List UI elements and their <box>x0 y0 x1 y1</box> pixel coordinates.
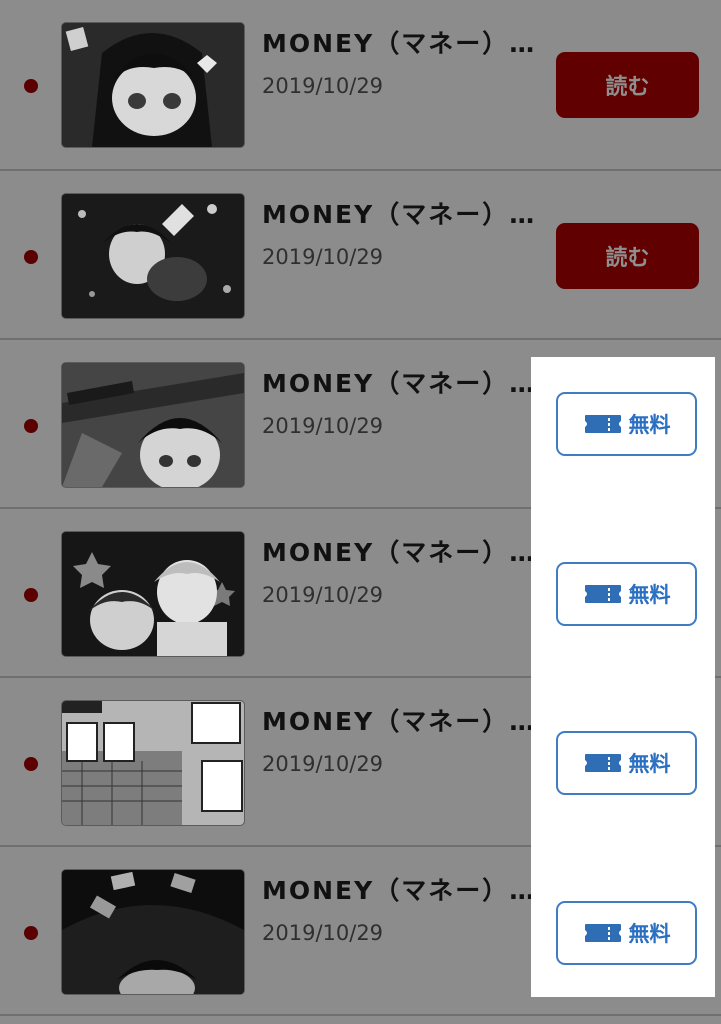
unread-dot <box>24 79 38 93</box>
episode-thumbnail[interactable] <box>62 23 244 147</box>
episode-thumbnail[interactable] <box>62 532 244 656</box>
ticket-icon <box>584 924 621 942</box>
free-button[interactable]: 無料 <box>556 392 697 456</box>
free-button[interactable]: 無料 <box>556 731 697 795</box>
episode-date: 2019/10/29 <box>262 752 384 776</box>
episode-title: MONEY（マネー）… <box>262 29 537 58</box>
read-button[interactable]: 読む <box>556 52 699 118</box>
free-button-label: 無料 <box>628 752 671 776</box>
episode-thumbnail[interactable] <box>62 701 244 825</box>
episode-title: MONEY（マネー）… <box>262 707 537 736</box>
episode-row[interactable]: MONEY（マネー）… 2019/10/29 読む <box>0 0 721 171</box>
unread-dot <box>24 419 38 433</box>
episode-title: MONEY（マネー）… <box>262 369 537 398</box>
episode-title: MONEY（マネー）… <box>262 200 537 229</box>
episode-date: 2019/10/29 <box>262 414 384 438</box>
episode-date: 2019/10/29 <box>262 921 384 945</box>
read-button[interactable]: 読む <box>556 223 699 289</box>
read-button-label: 読む <box>605 246 650 271</box>
unread-dot <box>24 250 38 264</box>
free-button[interactable]: 無料 <box>556 562 697 626</box>
episode-title: MONEY（マネー）… <box>262 538 537 567</box>
episode-thumbnail[interactable] <box>62 363 244 487</box>
unread-dot <box>24 757 38 771</box>
episode-row[interactable]: MONEY（マネー）… 2019/10/29 読む <box>0 171 721 340</box>
ticket-icon <box>584 754 621 772</box>
ticket-icon <box>584 585 621 603</box>
episode-thumbnail[interactable] <box>62 870 244 994</box>
free-button-label: 無料 <box>628 583 671 607</box>
episode-thumbnail[interactable] <box>62 194 244 318</box>
free-button-label: 無料 <box>628 413 671 437</box>
free-button-label: 無料 <box>628 922 671 946</box>
episode-date: 2019/10/29 <box>262 245 384 269</box>
unread-dot <box>24 926 38 940</box>
episode-date: 2019/10/29 <box>262 583 384 607</box>
episode-title: MONEY（マネー）… <box>262 876 537 905</box>
unread-dot <box>24 588 38 602</box>
read-button-label: 読む <box>605 75 650 100</box>
ticket-icon <box>584 415 621 433</box>
free-button[interactable]: 無料 <box>556 901 697 965</box>
episode-date: 2019/10/29 <box>262 74 384 98</box>
